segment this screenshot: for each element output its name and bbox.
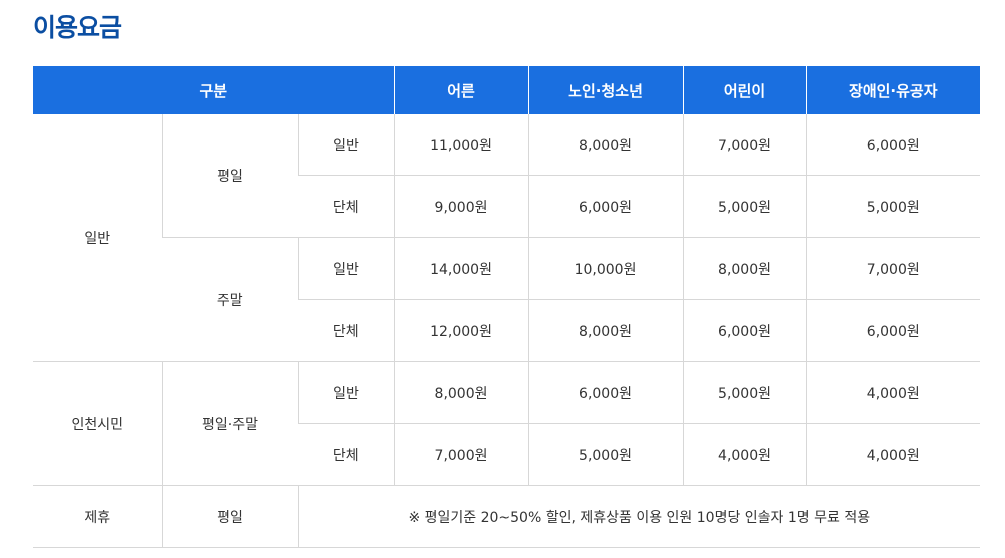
group-general-label: 일반 — [33, 114, 162, 362]
price-adult: 14,000원 — [393, 237, 529, 300]
header-senior-youth: 노인·청소년 — [527, 66, 684, 114]
price-adult: 8,000원 — [393, 361, 529, 424]
price-adult: 11,000원 — [393, 114, 529, 176]
fee-table: 구분 어른 노인·청소년 어린이 장애인·유공자 일반 평일 일반 11,000… — [33, 66, 981, 548]
price-disabled-merit: 4,000원 — [805, 423, 981, 486]
price-senior-youth: 6,000원 — [527, 361, 684, 424]
price-disabled-merit: 7,000원 — [805, 237, 981, 300]
price-child: 6,000원 — [682, 299, 807, 362]
header-disabled-merit: 장애인·유공자 — [805, 66, 981, 114]
type-label: 일반 — [297, 114, 395, 176]
partner-note: ※ 평일기준 20~50% 할인, 제휴상품 이용 인원 10명당 인솔자 1명… — [297, 485, 981, 548]
header-child: 어린이 — [682, 66, 807, 114]
price-senior-youth: 10,000원 — [527, 237, 684, 300]
weekday-label: 평일 — [161, 114, 298, 238]
partner-day-label: 평일 — [161, 485, 298, 548]
price-child: 4,000원 — [682, 423, 807, 486]
price-adult: 7,000원 — [393, 423, 529, 486]
table-row: 주말 일반 14,000원 10,000원 8,000원 7,000원 — [33, 237, 981, 362]
price-senior-youth: 5,000원 — [527, 423, 684, 486]
price-adult: 9,000원 — [393, 175, 529, 238]
price-adult: 12,000원 — [393, 299, 529, 362]
price-child: 7,000원 — [682, 114, 807, 176]
weekend-label: 주말 — [162, 237, 298, 362]
price-child: 5,000원 — [682, 361, 807, 424]
header-adult: 어른 — [393, 66, 529, 114]
price-child: 5,000원 — [682, 175, 807, 238]
price-disabled-merit: 6,000원 — [805, 299, 981, 362]
price-senior-youth: 8,000원 — [527, 299, 684, 362]
price-senior-youth: 8,000원 — [527, 114, 684, 176]
type-label: 일반 — [297, 237, 395, 300]
group-partner-label: 제휴 — [33, 485, 162, 548]
price-disabled-merit: 4,000원 — [805, 361, 981, 424]
type-label: 단체 — [298, 175, 395, 238]
price-child: 8,000원 — [682, 237, 807, 300]
group-incheon-label: 인천시민 — [33, 361, 162, 486]
price-disabled-merit: 6,000원 — [805, 114, 981, 176]
header-category: 구분 — [33, 66, 395, 114]
price-senior-youth: 6,000원 — [527, 175, 684, 238]
table-header-row: 구분 어른 노인·청소년 어린이 장애인·유공자 — [33, 66, 981, 114]
type-label: 단체 — [298, 423, 395, 486]
type-label: 일반 — [297, 361, 395, 424]
page-title: 이용요금 — [33, 13, 122, 42]
table-row: 제휴 평일 ※ 평일기준 20~50% 할인, 제휴상품 이용 인원 10명당 … — [33, 485, 981, 548]
table-row: 일반 평일 일반 11,000원 8,000원 7,000원 6,000원 — [33, 114, 981, 362]
type-label: 단체 — [298, 299, 395, 362]
table-row: 인천시민 평일·주말 일반 8,000원 6,000원 5,000원 4,000… — [33, 361, 981, 486]
price-disabled-merit: 5,000원 — [805, 175, 981, 238]
all-days-label: 평일·주말 — [161, 361, 298, 486]
